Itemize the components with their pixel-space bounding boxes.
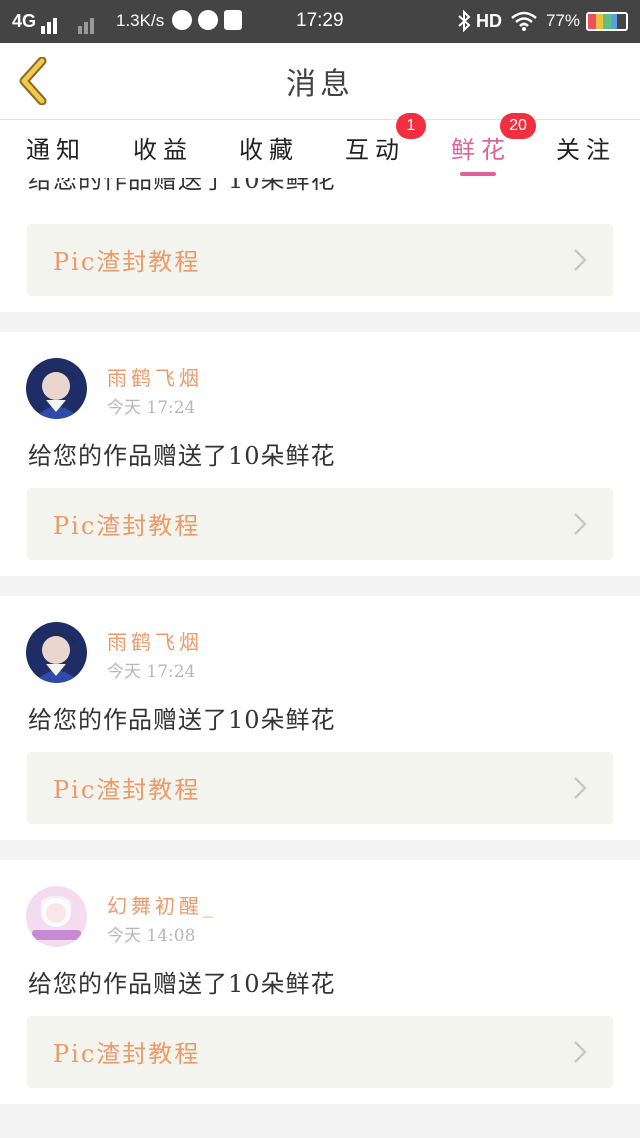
work-link-title: Pic渣封教程 [53,776,201,804]
signal-icon-secondary [78,12,96,34]
tab-favorites[interactable]: 收藏 [239,130,299,165]
message-text: 给您的作品赠送了10朵鲜花 [28,706,336,734]
chevron-right-icon [574,249,587,271]
weather-icon [172,10,192,30]
list-item: 幻舞初醒_ 今天 14:08 给您的作品赠送了10朵鲜花 Pic渣封教程 [0,860,640,1104]
hd-indicator: HD [476,11,502,31]
tab-interactions[interactable]: 互动 [345,130,405,165]
notification-icon [224,10,242,30]
battery-icon [586,12,628,31]
timestamp: 今天 17:24 [107,398,196,418]
clock: 17:29 [296,10,344,31]
chevron-right-icon [574,777,587,799]
wifi-icon [511,10,537,37]
work-link[interactable]: Pic渣封教程 [27,1016,613,1088]
avatar[interactable] [26,358,87,419]
tab-earnings[interactable]: 收益 [133,130,193,165]
list-item: 雨鹤飞烟 今天 17:24 给您的作品赠送了10朵鲜花 Pic渣封教程 [0,596,640,840]
message-list[interactable]: 给您的作品赠送了10朵鲜花 Pic渣封教程 雨鹤飞烟 今天 17:24 给您的作… [0,178,640,1138]
active-tab-indicator [460,172,496,176]
username[interactable]: 雨鹤飞烟 [107,362,203,391]
network-type: 4G [12,11,37,31]
work-link-title: Pic渣封教程 [53,1040,201,1068]
tab-flowers-badge: 20 [500,113,536,139]
page-title: 消息 [286,67,354,102]
avatar[interactable] [26,886,87,947]
chevron-right-icon [574,513,587,535]
timestamp: 今天 14:08 [107,926,196,946]
network-speed: 1.3K/s [116,11,165,30]
tab-flowers[interactable]: 鲜花 [451,130,511,165]
bluetooth-icon [457,9,471,37]
work-link[interactable]: Pic渣封教程 [27,752,613,824]
signal-icon [41,12,59,34]
username[interactable]: 雨鹤飞烟 [107,626,203,655]
chevron-right-icon [574,1041,587,1063]
sync-icon [198,10,218,30]
tab-notifications[interactable]: 通知 [26,130,86,165]
tab-bar: 通知 收益 收藏 互动 1 鲜花 20 关注 [0,113,640,178]
tab-following[interactable]: 关注 [556,130,616,165]
list-item: 雨鹤飞烟 今天 17:24 给您的作品赠送了10朵鲜花 Pic渣封教程 [0,332,640,576]
message-text: 给您的作品赠送了10朵鲜花 [28,442,336,470]
notification-icons [172,10,242,30]
work-link-title: Pic渣封教程 [53,512,201,540]
username[interactable]: 幻舞初醒_ [107,890,217,919]
list-item: 给您的作品赠送了10朵鲜花 Pic渣封教程 [0,178,640,312]
message-text: 给您的作品赠送了10朵鲜花 [28,970,336,998]
avatar[interactable] [26,622,87,683]
network-indicator: 4G [12,10,96,34]
work-link[interactable]: Pic渣封教程 [27,224,613,296]
header-bar: 消息 [0,43,640,120]
battery-percent: 77% [546,11,581,30]
message-text: 给您的作品赠送了10朵鲜花 [28,178,336,194]
timestamp: 今天 17:24 [107,662,196,682]
tab-interactions-badge: 1 [396,113,426,139]
status-bar: 4G 1.3K/s 17:29 HD 77% [0,0,640,43]
work-link[interactable]: Pic渣封教程 [27,488,613,560]
work-link-title: Pic渣封教程 [53,248,201,276]
